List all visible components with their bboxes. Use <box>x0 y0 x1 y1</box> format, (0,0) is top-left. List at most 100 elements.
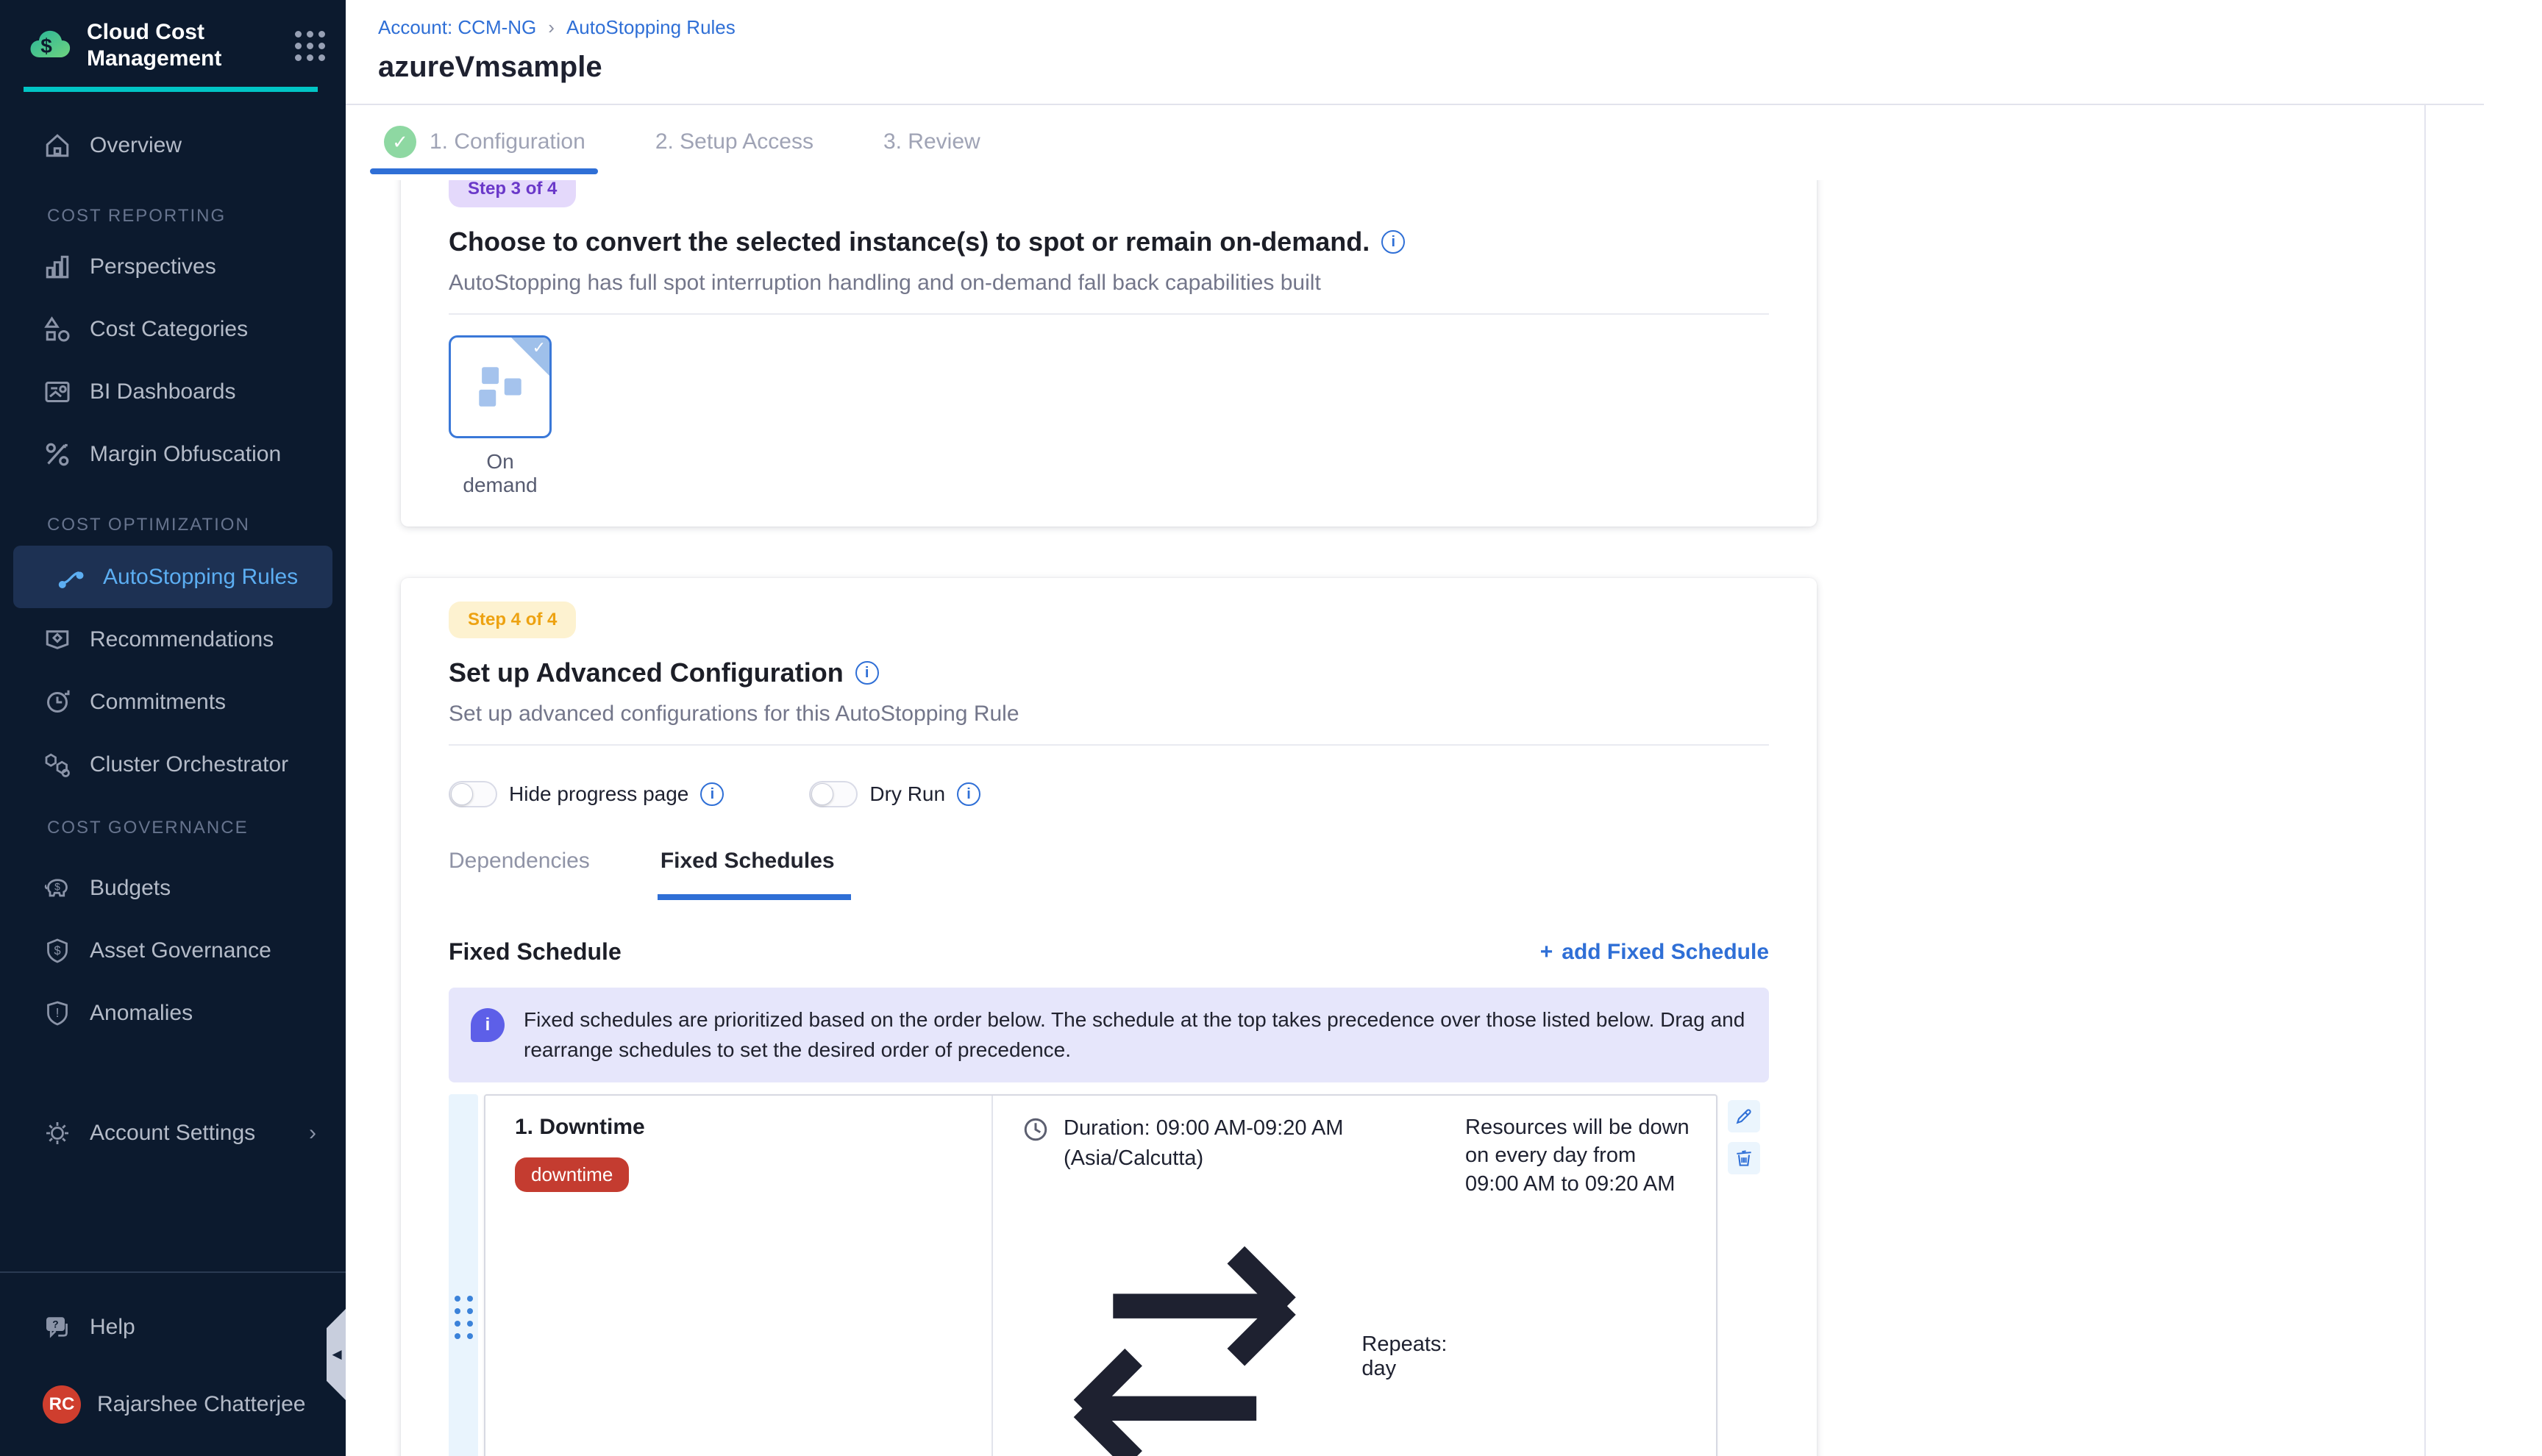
schedule-name-cell: 1. Downtime downtime <box>485 1096 993 1456</box>
schedule-name: 1. Downtime <box>515 1115 962 1140</box>
breadcrumb-separator-icon: › <box>548 16 555 39</box>
timezone-text: (Asia/Calcutta) <box>1064 1143 1343 1174</box>
active-tab-underline <box>370 168 598 174</box>
sidebar-item-account-settings[interactable]: Account Settings › <box>0 1102 346 1164</box>
dry-run-toggle[interactable] <box>809 781 858 807</box>
app-title: Cloud Cost Management <box>87 19 295 72</box>
step3-title: Choose to convert the selected instance(… <box>449 226 1769 257</box>
pencil-icon <box>1734 1106 1754 1127</box>
breadcrumb-page-link[interactable]: AutoStopping Rules <box>566 16 736 39</box>
sidebar-item-perspectives[interactable]: Perspectives <box>0 235 346 298</box>
chevron-right-icon: › <box>309 1121 316 1146</box>
help-chat-icon: ? <box>43 1313 72 1342</box>
info-icon[interactable]: i <box>1381 230 1405 254</box>
repeats-line: Repeats: day <box>1021 1193 1456 1456</box>
add-fixed-schedule-button[interactable]: + add Fixed Schedule <box>1540 940 1769 965</box>
sidebar-item-anomalies[interactable]: ! Anomalies <box>0 982 346 1044</box>
piggy-bank-icon: $ <box>43 874 72 903</box>
divider <box>449 313 1769 315</box>
sidebar-item-cluster-orchestrator[interactable]: Cluster Orchestrator <box>0 733 346 796</box>
shield-dollar-icon: $ <box>43 936 72 966</box>
edit-schedule-button[interactable] <box>1728 1100 1760 1132</box>
tab-configuration[interactable]: ✓ 1. Configuration <box>384 126 585 158</box>
on-demand-option: ✓ On demand <box>449 335 552 497</box>
fixed-schedule-header: Fixed Schedule + add Fixed Schedule <box>449 938 1769 966</box>
section-label-cost-governance: COST GOVERNANCE <box>47 818 249 838</box>
wizard-tabs: ✓ 1. Configuration 2. Setup Access 3. Re… <box>346 105 2484 179</box>
module-grid-icon[interactable] <box>295 31 325 61</box>
svg-text:!: ! <box>56 1005 60 1020</box>
svg-text:$: $ <box>54 881 60 892</box>
page-header: Account: CCM-NG › AutoStopping Rules azu… <box>346 0 2484 105</box>
sidebar-header: $ Cloud Cost Management <box>26 19 325 72</box>
shield-alert-icon: ! <box>43 999 72 1028</box>
sidebar-item-autostopping-rules[interactable]: AutoStopping Rules <box>13 546 332 608</box>
home-icon <box>43 131 72 160</box>
duration-text: Duration: 09:00 AM-09:20 AM <box>1064 1113 1343 1143</box>
info-icon[interactable]: i <box>700 782 724 806</box>
section-label-cost-reporting: COST REPORTING <box>47 206 226 226</box>
on-demand-tile[interactable]: ✓ <box>449 335 552 438</box>
schedule-row: 1. Downtime downtime Duration: 09:00 AM-… <box>449 1094 1769 1456</box>
breadcrumb-account-link[interactable]: Account: CCM-NG <box>378 16 536 39</box>
cluster-icon <box>43 750 72 779</box>
on-demand-label: On demand <box>449 450 552 497</box>
main-content: Account: CCM-NG › AutoStopping Rules azu… <box>346 0 2484 1456</box>
sidebar-item-help[interactable]: ? Help <box>0 1296 346 1358</box>
duration-line: Duration: 09:00 AM-09:20 AM (Asia/Calcut… <box>1021 1113 1456 1174</box>
svg-text:?: ? <box>52 1318 58 1330</box>
clock-history-icon <box>43 688 72 717</box>
drag-dots-icon <box>455 1296 473 1339</box>
sidebar-accent-rule <box>24 87 318 92</box>
step4-badge: Step 4 of 4 <box>449 602 576 638</box>
sidebar-item-cost-categories[interactable]: Cost Categories <box>0 298 346 360</box>
info-bubble-icon: i <box>471 1008 505 1042</box>
delete-schedule-button[interactable] <box>1728 1142 1760 1174</box>
divider <box>449 744 1769 746</box>
gear-icon <box>43 1118 72 1148</box>
tab-review[interactable]: 3. Review <box>883 129 980 154</box>
sidebar: $ Cloud Cost Management Overview COST RE… <box>0 0 346 1456</box>
shapes-icon <box>43 315 72 344</box>
tab-fixed-schedules[interactable]: Fixed Schedules <box>658 849 851 900</box>
tab-dependencies[interactable]: Dependencies <box>449 849 590 900</box>
svg-text:$: $ <box>40 35 52 57</box>
dry-run-label: Dry Run <box>869 782 945 806</box>
section-label-cost-optimization: COST OPTIMIZATION <box>47 515 250 535</box>
sidebar-item-budgets[interactable]: $ Budgets <box>0 857 346 919</box>
step4-card: Step 4 of 4 Set up Advanced Configuratio… <box>401 578 1817 1456</box>
trash-icon <box>1734 1148 1754 1168</box>
sidebar-item-bi-dashboards[interactable]: BI Dashboards <box>0 360 346 423</box>
sidebar-item-overview[interactable]: Overview <box>0 114 346 176</box>
wizard-scroll-area[interactable]: Step 3 of 4 Choose to convert the select… <box>346 180 2424 1456</box>
recommendations-icon <box>43 625 72 654</box>
schedule-type-badge: downtime <box>515 1157 629 1192</box>
hide-progress-label: Hide progress page <box>509 782 688 806</box>
schedule-card: 1. Downtime downtime Duration: 09:00 AM-… <box>484 1094 1717 1456</box>
page-title: azureVmsample <box>378 51 2484 84</box>
tab-setup-access[interactable]: 2. Setup Access <box>655 129 813 154</box>
repeat-icon <box>1021 1193 1348 1456</box>
sidebar-item-commitments[interactable]: Commitments <box>0 671 346 733</box>
schedule-list: 1. Downtime downtime Duration: 09:00 AM-… <box>449 1094 1769 1456</box>
hide-progress-toggle-group: Hide progress page i <box>449 781 724 807</box>
sidebar-item-margin-obfuscation[interactable]: Margin Obfuscation <box>0 423 346 485</box>
priority-info-banner: i Fixed schedules are prioritized based … <box>449 988 1769 1082</box>
step4-subtitle: Set up advanced configurations for this … <box>449 702 1769 727</box>
drag-handle[interactable] <box>449 1094 478 1456</box>
sidebar-item-recommendations[interactable]: Recommendations <box>0 608 346 671</box>
sidebar-item-asset-governance[interactable]: $ Asset Governance <box>0 919 346 982</box>
autostopping-icon <box>56 563 85 592</box>
user-profile[interactable]: RC Rajarshee Chatterjee <box>0 1373 346 1435</box>
clock-icon <box>1021 1115 1050 1144</box>
advanced-toggles: Hide progress page i Dry Run i <box>449 781 1769 807</box>
info-icon[interactable]: i <box>957 782 980 806</box>
info-icon[interactable]: i <box>855 661 879 685</box>
collapse-arrow-icon: ◀ <box>332 1347 341 1362</box>
dry-run-toggle-group: Dry Run i <box>809 781 980 807</box>
svg-text:$: $ <box>54 944 60 957</box>
percent-icon <box>43 440 72 469</box>
repeats-text: Repeats: day <box>1361 1332 1456 1381</box>
hide-progress-toggle[interactable] <box>449 781 497 807</box>
schedule-details-cell: Duration: 09:00 AM-09:20 AM (Asia/Calcut… <box>993 1096 1456 1456</box>
